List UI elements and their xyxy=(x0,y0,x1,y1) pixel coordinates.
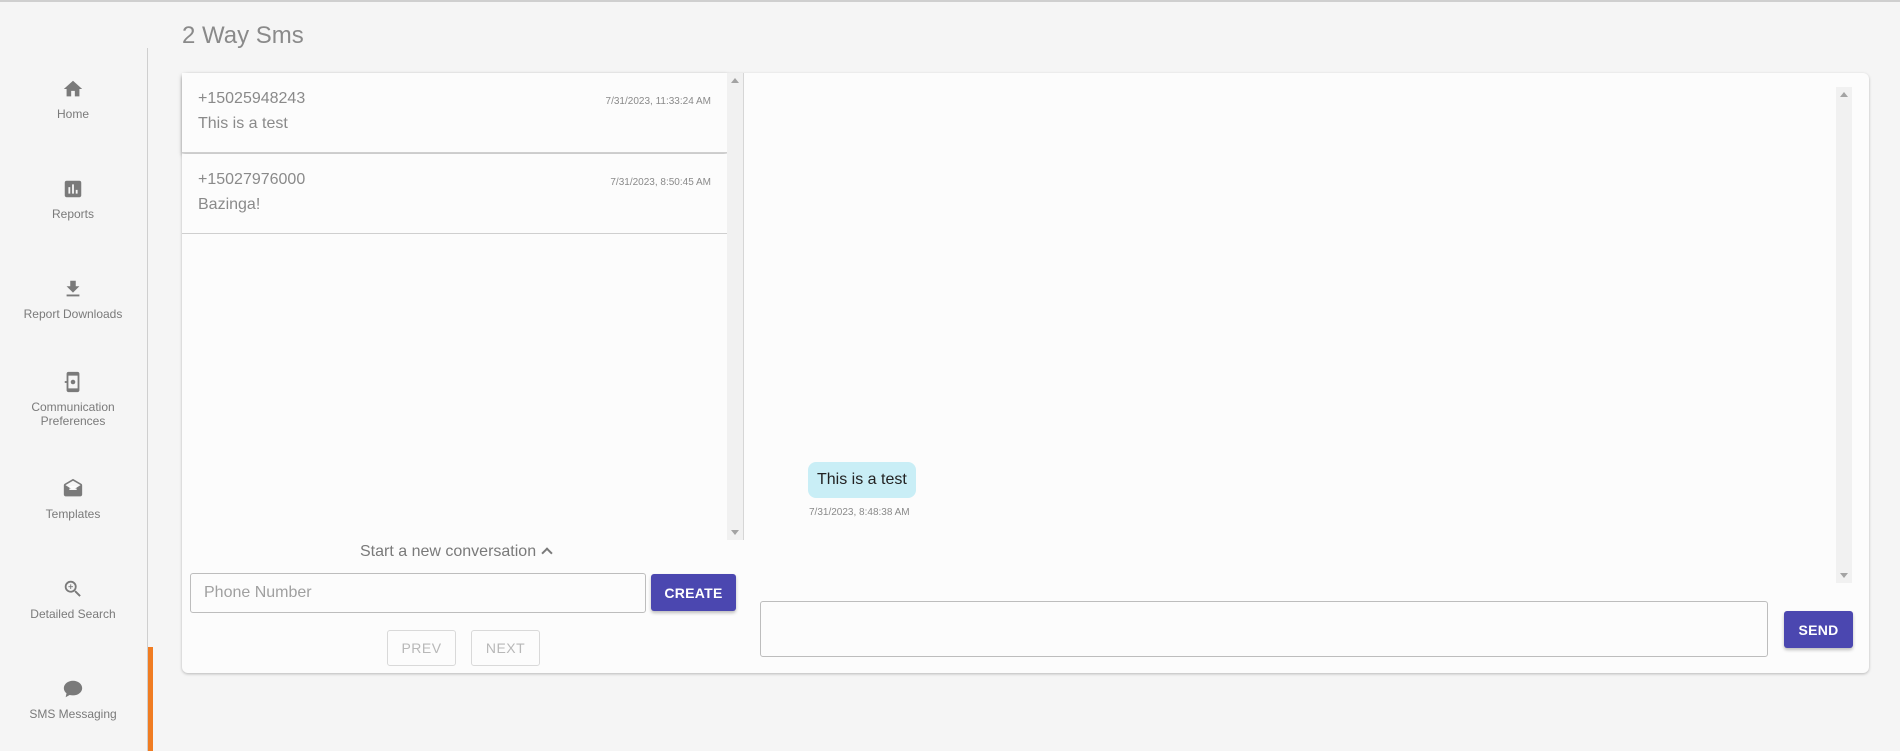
chevron-up-icon xyxy=(541,547,553,559)
next-button[interactable]: NEXT xyxy=(471,630,540,666)
sidebar-item-home[interactable]: Home xyxy=(0,78,146,121)
sidebar-item-reports[interactable]: Reports xyxy=(0,178,146,221)
download-icon xyxy=(66,280,80,297)
zoom-in-icon xyxy=(64,580,81,597)
active-nav-indicator xyxy=(148,647,153,751)
conversation-item[interactable]: +15027976000 7/31/2023, 8:50:45 AM Bazin… xyxy=(182,154,727,234)
conversation-list: +15025948243 7/31/2023, 11:33:24 AM This… xyxy=(182,73,727,543)
message-thread xyxy=(744,73,1869,593)
conversation-preview: This is a test xyxy=(198,115,288,132)
sidebar-item-templates[interactable]: Templates xyxy=(0,478,146,521)
sidebar: Home Reports Report Downloads Communicat… xyxy=(0,48,148,751)
page-title: 2 Way Sms xyxy=(182,22,304,49)
sms-card: +15025948243 7/31/2023, 11:33:24 AM This… xyxy=(182,73,1869,673)
sidebar-item-label: Templates xyxy=(45,507,101,521)
conversation-phone: +15025948243 xyxy=(198,90,306,107)
bar-chart-icon xyxy=(64,180,82,198)
sidebar-item-label: Reports xyxy=(51,207,95,221)
sidebar-item-label: Detailed Search xyxy=(30,607,116,621)
phone-number-input[interactable] xyxy=(190,573,646,613)
chat-bubble-icon xyxy=(63,680,83,698)
new-conversation-toggle[interactable]: Start a new conversation xyxy=(360,543,553,561)
conversation-scrollbar[interactable] xyxy=(727,73,744,540)
sidebar-item-label: Report Downloads xyxy=(23,307,123,321)
message-scrollbar[interactable] xyxy=(1836,87,1852,583)
sidebar-item-sms-messaging[interactable]: SMS Messaging xyxy=(0,678,146,721)
sidebar-item-report-downloads[interactable]: Report Downloads xyxy=(0,278,146,321)
sidebar-item-detailed-search[interactable]: Detailed Search xyxy=(0,578,146,621)
scroll-down-icon[interactable] xyxy=(731,530,739,535)
message-bubble: This is a test xyxy=(808,462,916,498)
sidebar-item-label: Communication Preferences xyxy=(31,400,115,428)
message-input[interactable] xyxy=(760,601,1768,657)
top-border xyxy=(0,0,1900,2)
scroll-down-icon[interactable] xyxy=(1840,573,1848,578)
phone-settings-icon xyxy=(64,371,80,393)
create-button[interactable]: CREATE xyxy=(651,574,736,611)
sidebar-item-label: SMS Messaging xyxy=(29,707,117,721)
mail-template-icon xyxy=(63,478,83,497)
scroll-up-icon[interactable] xyxy=(731,78,739,83)
conversation-time: 7/31/2023, 8:50:45 AM xyxy=(610,177,711,188)
home-icon xyxy=(63,80,83,97)
conversation-preview: Bazinga! xyxy=(198,196,261,213)
sidebar-divider xyxy=(147,48,148,751)
sidebar-item-communication-preferences[interactable]: Communication Preferences xyxy=(0,371,146,428)
sidebar-item-label: Home xyxy=(56,107,89,121)
conversation-phone: +15027976000 xyxy=(198,171,306,188)
message-timestamp: 7/31/2023, 8:48:38 AM xyxy=(809,507,910,518)
scroll-up-icon[interactable] xyxy=(1840,92,1848,97)
prev-button[interactable]: PREV xyxy=(387,630,456,666)
conversation-time: 7/31/2023, 11:33:24 AM xyxy=(605,96,711,107)
new-conversation-label: Start a new conversation xyxy=(360,543,537,560)
conversation-item[interactable]: +15025948243 7/31/2023, 11:33:24 AM This… xyxy=(182,73,727,153)
send-button[interactable]: SEND xyxy=(1784,611,1853,648)
